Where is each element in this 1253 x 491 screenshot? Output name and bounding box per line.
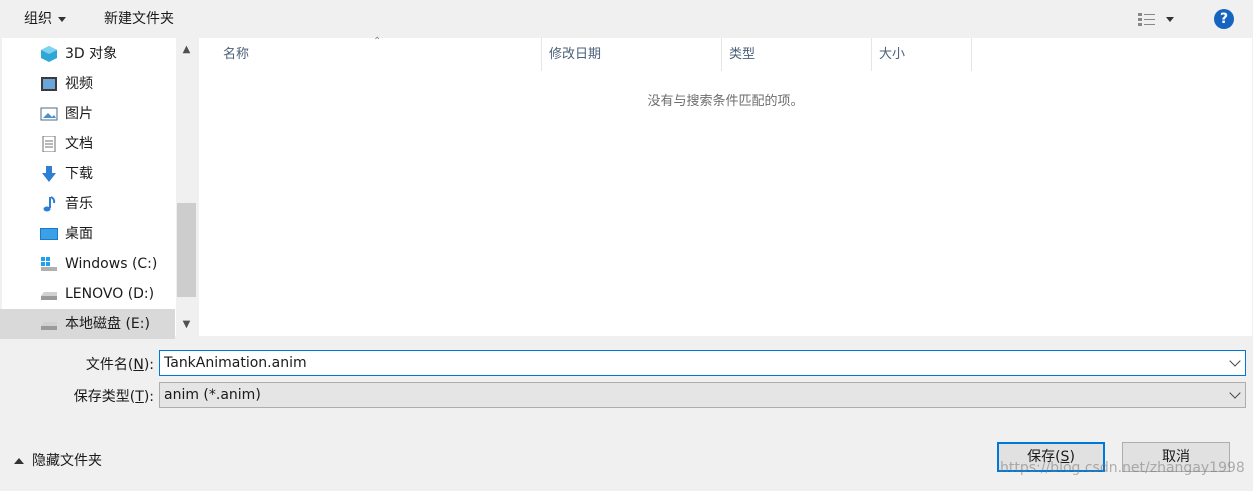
savetype-select[interactable]: anim (*.anim) xyxy=(159,382,1246,408)
nav-item-label: 3D 对象 xyxy=(65,46,118,62)
column-divider[interactable] xyxy=(721,38,722,71)
scrollbar-thumb[interactable] xyxy=(177,203,196,297)
nav-item-label: Windows (C:) xyxy=(65,256,158,272)
column-header-date[interactable]: 修改日期 xyxy=(549,38,601,71)
drive-icon xyxy=(40,316,58,332)
hide-folders-label: 隐藏文件夹 xyxy=(32,453,102,469)
watermark: https://blog.csdn.net/zhangay1998 xyxy=(1000,460,1245,476)
organize-label: 组织 xyxy=(24,11,52,27)
file-list[interactable] xyxy=(199,38,1252,336)
nav-item-label: LENOVO (D:) xyxy=(65,286,155,302)
chevron-down-icon[interactable] xyxy=(1229,387,1241,399)
video-icon xyxy=(40,76,58,92)
nav-item-label: 视频 xyxy=(65,76,93,92)
help-button[interactable]: ? xyxy=(1214,9,1234,29)
desktop-icon xyxy=(40,226,58,242)
music-icon xyxy=(40,196,58,212)
chevron-up-icon xyxy=(14,458,24,464)
new-folder-label: 新建文件夹 xyxy=(104,11,174,27)
view-options-icon[interactable] xyxy=(1137,11,1157,27)
filename-input[interactable]: TankAnimation.anim xyxy=(159,350,1246,376)
chevron-down-icon xyxy=(58,16,66,22)
nav-item-lenovo-d[interactable]: LENOVO (D:) xyxy=(0,279,175,309)
filename-label: 文件名(N): xyxy=(85,357,154,373)
picture-icon xyxy=(40,106,58,122)
nav-item-documents[interactable]: 文档 xyxy=(0,129,175,159)
nav-item-label: 音乐 xyxy=(65,196,93,212)
column-label: 名称 xyxy=(223,47,250,62)
column-divider[interactable] xyxy=(871,38,872,71)
nav-item-pictures[interactable]: 图片 xyxy=(0,99,175,129)
nav-item-music[interactable]: 音乐 xyxy=(0,189,175,219)
nav-item-desktop[interactable]: 桌面 xyxy=(0,219,175,249)
column-label: 修改日期 xyxy=(549,47,602,62)
new-folder-button[interactable]: 新建文件夹 xyxy=(104,0,174,38)
nav-item-3d-objects[interactable]: 3D 对象 xyxy=(0,39,175,69)
drive-icon xyxy=(40,286,58,302)
scroll-down-icon[interactable]: ▼ xyxy=(176,315,197,335)
nav-item-downloads[interactable]: 下载 xyxy=(0,159,175,189)
download-icon xyxy=(40,166,58,182)
column-label: 大小 xyxy=(879,47,906,62)
column-divider[interactable] xyxy=(541,38,542,71)
savetype-value: anim (*.anim) xyxy=(164,387,261,403)
nav-item-label: 图片 xyxy=(65,106,93,122)
column-header-type[interactable]: 类型 xyxy=(729,38,755,71)
nav-item-local-e[interactable]: 本地磁盘 (E:) xyxy=(0,309,175,339)
hide-folders-toggle[interactable]: 隐藏文件夹 xyxy=(14,448,102,474)
empty-message: 没有与搜索条件匹配的项。 xyxy=(647,94,804,109)
3d-objects-icon xyxy=(40,46,58,62)
sort-up-icon: ⌃ xyxy=(373,36,382,47)
chevron-down-icon[interactable] xyxy=(1229,355,1241,367)
column-divider[interactable] xyxy=(971,38,972,71)
nav-item-label: 下载 xyxy=(65,166,93,182)
nav-item-windows-c[interactable]: Windows (C:) xyxy=(0,249,175,279)
document-icon xyxy=(40,135,58,153)
organize-button[interactable]: 组织 xyxy=(24,0,66,38)
view-dropdown-icon[interactable] xyxy=(1166,17,1174,22)
column-header-size[interactable]: 大小 xyxy=(879,38,905,71)
nav-item-video[interactable]: 视频 xyxy=(0,69,175,99)
filename-value: TankAnimation.anim xyxy=(164,355,307,371)
nav-item-label: 桌面 xyxy=(65,226,93,242)
nav-item-label: 本地磁盘 (E:) xyxy=(65,316,150,332)
nav-item-label: 文档 xyxy=(65,136,93,152)
scroll-up-icon[interactable]: ▲ xyxy=(176,40,197,60)
toolbar xyxy=(0,0,1253,38)
windows-drive-icon xyxy=(40,256,58,272)
column-label: 类型 xyxy=(729,47,756,62)
savetype-label: 保存类型(T): xyxy=(73,389,154,405)
column-header-name[interactable]: 名称 xyxy=(223,38,249,71)
help-icon: ? xyxy=(1219,11,1229,27)
